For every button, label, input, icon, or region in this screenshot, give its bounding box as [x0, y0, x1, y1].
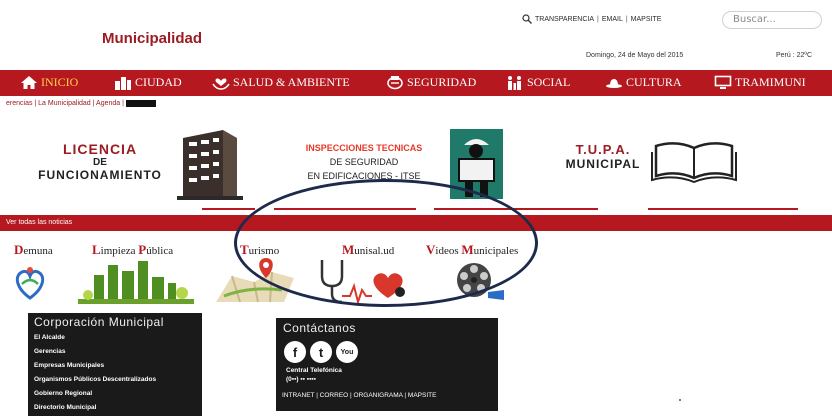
security-badge-icon [387, 76, 403, 90]
social-links: f t You [276, 338, 498, 366]
search-input[interactable]: Buscar... [722, 11, 822, 29]
corporacion-title: Corporación Municipal [34, 315, 164, 329]
footer-links[interactable]: INTRANET | CORREO | ORGANIGRAMA | MAPSIT… [276, 384, 498, 399]
top-link-transparencia[interactable]: TRANSPARENCIA [535, 16, 594, 23]
hat-icon [606, 79, 622, 88]
redacted-block [125, 99, 156, 107]
search-icon[interactable] [522, 14, 532, 24]
site-title[interactable]: Municipalidad [102, 30, 202, 47]
facebook-icon[interactable]: f [284, 341, 306, 363]
green-city-icon [78, 261, 194, 304]
contact-title: Contáctanos [283, 321, 356, 335]
corporacion-panel: Corporación Municipal El Alcalde Gerenci… [28, 313, 202, 416]
monitor-icon [714, 75, 732, 89]
separator: | [625, 15, 628, 23]
service-demuna-label[interactable]: Demuna [14, 242, 53, 258]
top-links: TRANSPARENCIA | EMAIL | MAPSITE [522, 14, 661, 24]
city-icon [115, 77, 131, 90]
phone-number: (0▪▪) ▪▪ ▪▪▪▪ [286, 376, 316, 383]
banner-licencia[interactable]: LICENCIA DE FUNCIONAMIENTO [25, 141, 175, 182]
banner-tupa[interactable]: T.U.P.A. MUNICIPAL [554, 142, 652, 171]
twitter-icon[interactable]: t [310, 341, 332, 363]
current-date: Domingo, 24 de Mayo del 2015 [586, 52, 684, 59]
corp-link-organismos[interactable]: Organismos Públicos Descentralizados [28, 373, 202, 387]
youtube-icon[interactable]: You [336, 341, 358, 363]
corp-link-gobierno[interactable]: Gobierno Regional [28, 387, 202, 401]
contact-panel: Contáctanos f t You Central Telefónica (… [276, 318, 498, 411]
highlight-oval [234, 179, 538, 307]
nav-item-ciudad[interactable]: CIUDAD [114, 75, 182, 90]
corp-link-gerencias[interactable]: Gerencias [28, 345, 202, 359]
open-book-icon [651, 142, 737, 184]
divider [648, 208, 798, 210]
weather-readout: Perú : 22ºC [776, 52, 813, 59]
demuna-logo-icon [15, 267, 45, 300]
top-link-mapsite[interactable]: MAPSITE [631, 16, 662, 23]
nav-item-inicio[interactable]: INICIO [20, 75, 78, 90]
home-icon [21, 76, 37, 89]
stray-dot [679, 399, 681, 401]
nav-item-salud-ambiente[interactable]: SALUD & AMBIENTE [212, 75, 350, 90]
nav-item-cultura[interactable]: CULTURA [605, 75, 682, 90]
breadcrumb-links[interactable]: erencias | La Municipalidad | Agenda | [6, 100, 124, 107]
divider [202, 208, 255, 210]
phone-label: Central Telefónica [286, 367, 342, 374]
corp-link-alcalde[interactable]: El Alcalde [28, 331, 202, 345]
nav-item-tramimuni[interactable]: TRAMIMUNI [714, 75, 806, 90]
corp-link-empresas[interactable]: Empresas Municipales [28, 359, 202, 373]
breadcrumb-bar: erencias | La Municipalidad | Agenda | [0, 96, 832, 112]
corp-link-directorio[interactable]: Directorio Municipal [28, 401, 202, 415]
banner-inspecciones[interactable]: INSPECCIONES TECNICAS DE SEGURIDAD EN ED… [284, 141, 444, 183]
people-icon [508, 76, 521, 90]
top-link-email[interactable]: EMAIL [602, 16, 623, 23]
health-hands-icon [212, 78, 230, 90]
nav-item-social[interactable]: SOCIAL [506, 75, 570, 90]
separator: | [597, 15, 599, 23]
service-limpieza-label[interactable]: Limpieza Pública [92, 242, 173, 258]
building-icon [177, 130, 243, 200]
nav-item-seguridad[interactable]: SEGURIDAD [386, 75, 476, 90]
main-nav: INICIO CIUDAD SALUD & AMBIENTE SEGURIDAD… [0, 70, 832, 96]
